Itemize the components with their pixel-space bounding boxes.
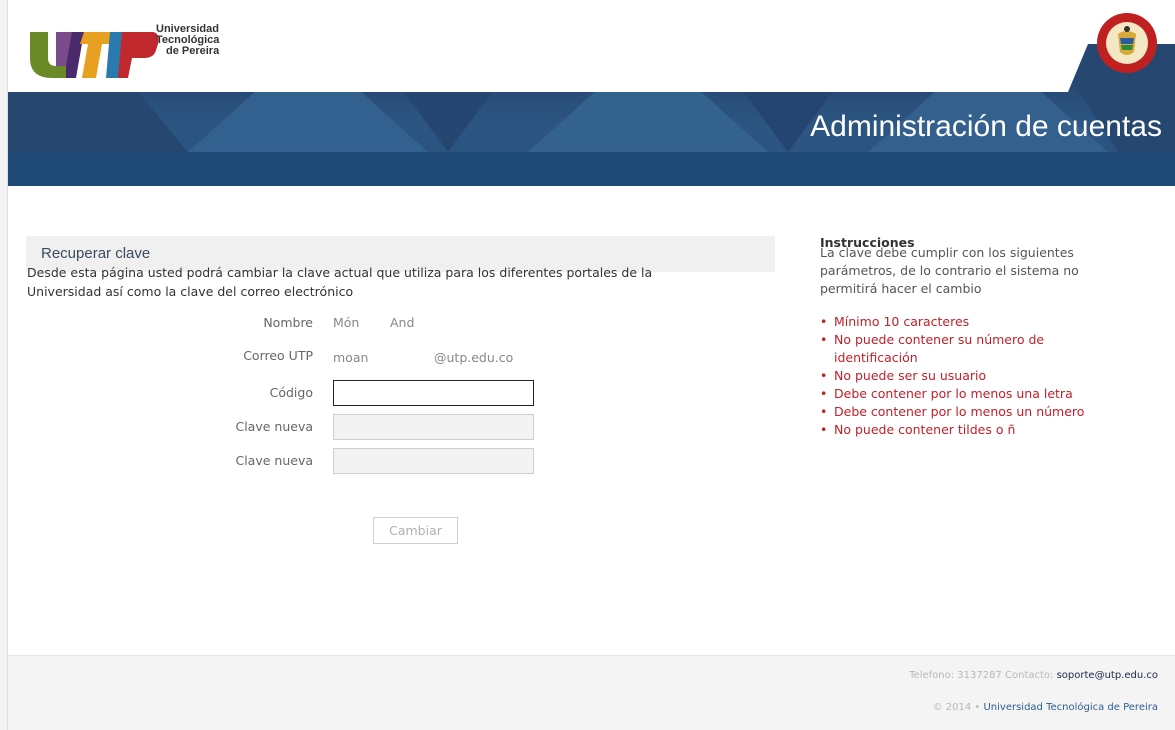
footer-phone: Telefono: 3137287 — [909, 670, 1002, 681]
footer-contact: Telefono: 3137287 Contacto: soporte@utp.… — [909, 670, 1158, 681]
rule-text: No puede contener tildes o ñ — [834, 422, 1016, 437]
footer-email-link[interactable]: soporte@utp.edu.co — [1057, 670, 1158, 681]
rule-text: No puede contener su número de — [834, 332, 1045, 347]
instructions-intro: La clave debe cumplir con los siguientes… — [820, 244, 1150, 298]
footer-university-link[interactable]: Universidad Tecnológica de Pereira — [983, 702, 1158, 713]
codigo-input[interactable] — [333, 380, 534, 406]
header-stripe — [8, 152, 1175, 186]
colombia-seal-icon — [1097, 13, 1157, 73]
intro-line-2: parámetros, de lo contrario el sistema n… — [820, 263, 1079, 278]
correo-label: Correo UTP — [243, 348, 313, 363]
app-title: Administración de cuentas — [810, 110, 1162, 143]
footer-copyright-text: © 2014 • — [932, 702, 981, 713]
description-line-2: Universidad así como la clave del correo… — [27, 284, 354, 299]
clave-confirm-label: Clave nueva — [235, 453, 313, 468]
intro-line-3: permitirá hacer el cambio — [820, 281, 982, 296]
codigo-label: Código — [269, 385, 313, 400]
clave-confirm-input[interactable] — [333, 448, 534, 474]
footer-contact-label: Contacto: — [1005, 670, 1054, 681]
nombre-last: And — [390, 315, 415, 330]
rule-item: Debe contener por lo menos un número — [820, 403, 1160, 421]
logo-line-3: de Pereira — [166, 45, 220, 57]
rule-item: No puede ser su usuario — [820, 367, 1160, 385]
panel-description: Desde esta página usted podrá cambiar la… — [27, 263, 787, 301]
password-rules-list: Mínimo 10 caracteres No puede contener s… — [820, 313, 1160, 439]
rule-text: Mínimo 10 caracteres — [834, 314, 970, 329]
correo-domain: @utp.edu.co — [434, 350, 514, 365]
correo-user: moan — [333, 350, 369, 365]
rule-text: No puede ser su usuario — [834, 368, 987, 383]
left-border — [0, 0, 8, 730]
rule-item: Mínimo 10 caracteres — [820, 313, 1160, 331]
logo-text: Universidad Tecnológica de Pereira — [156, 24, 219, 57]
rule-text-continued: identificación — [834, 350, 918, 365]
rule-item: No puede contener tildes o ñ — [820, 421, 1160, 439]
page-header: Universidad Tecnológica de Pereira Admin… — [8, 0, 1175, 186]
rule-item: Debe contener por lo menos una letra — [820, 385, 1160, 403]
intro-line-1: La clave debe cumplir con los siguientes — [820, 245, 1074, 260]
footer-copyright: © 2014 • Universidad Tecnológica de Pere… — [933, 702, 1158, 713]
clave-nueva-label: Clave nueva — [235, 419, 313, 434]
rule-text: Debe contener por lo menos una letra — [834, 386, 1073, 401]
clave-nueva-input[interactable] — [333, 414, 534, 440]
cambiar-button[interactable]: Cambiar — [373, 517, 458, 544]
panel-title: Recuperar clave — [41, 245, 151, 262]
page-footer: Telefono: 3137287 Contacto: soporte@utp.… — [8, 655, 1175, 730]
rule-text: Debe contener por lo menos un número — [834, 404, 1085, 419]
nombre-label: Nombre — [263, 315, 313, 330]
description-line-1: Desde esta página usted podrá cambiar la… — [27, 265, 653, 280]
rule-item: No puede contener su número de identifica… — [820, 331, 1160, 367]
nombre-first: Món — [333, 315, 360, 330]
